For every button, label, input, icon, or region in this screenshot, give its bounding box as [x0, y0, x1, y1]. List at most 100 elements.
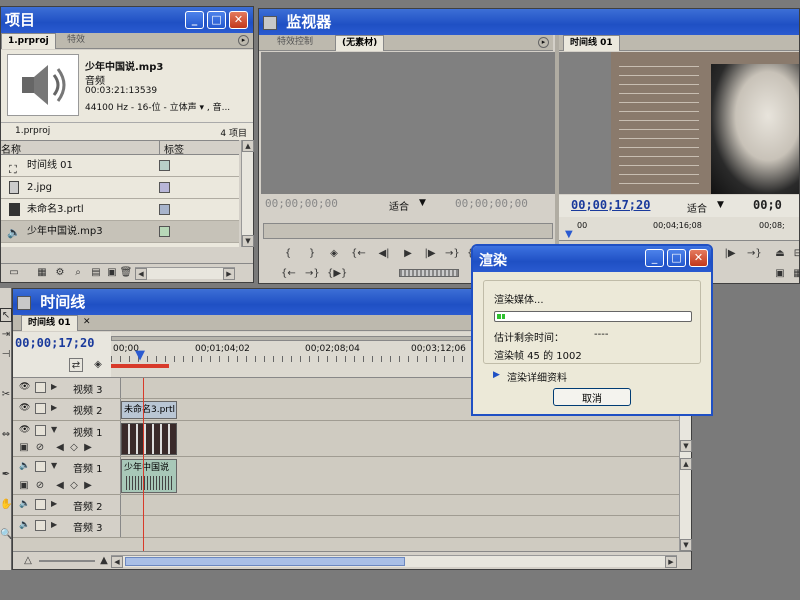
zoom-slider[interactable]: [39, 560, 95, 562]
pen-tool-icon[interactable]: ✒: [0, 468, 12, 482]
timeline-scrollbar-h[interactable]: ◀ ▶: [111, 555, 677, 568]
zoom-in-icon[interactable]: ▲: [97, 554, 111, 568]
close-button[interactable]: ✕: [229, 11, 248, 29]
go-to-in-icon[interactable]: {←: [351, 247, 366, 261]
trim-icon[interactable]: ▣: [773, 267, 787, 281]
prev-keyframe-icon[interactable]: ◀: [53, 479, 67, 493]
tab-timeline[interactable]: 时间线 01: [21, 315, 78, 331]
list-item[interactable]: ⛶ 时间线 01: [1, 155, 239, 177]
go-to-out-icon[interactable]: →}: [747, 247, 762, 261]
display-style-icon[interactable]: ▣: [17, 441, 31, 455]
program-tc[interactable]: 00;00;17;20: [571, 198, 650, 212]
panel-menu-icon[interactable]: ▸: [538, 37, 549, 48]
scroll-up-icon[interactable]: ▲: [680, 458, 692, 470]
scroll-right-icon[interactable]: ▶: [223, 268, 235, 280]
zoom-tool-icon[interactable]: 🔍: [0, 528, 12, 542]
scroll-left-icon[interactable]: ◀: [135, 268, 147, 280]
source-tc-left[interactable]: 00;00;00;00: [265, 197, 338, 210]
expand-icon[interactable]: ▶: [51, 520, 57, 529]
source-scrub-bar[interactable]: [263, 223, 553, 239]
collapse-icon[interactable]: ▼: [51, 425, 57, 434]
image-clip[interactable]: [121, 423, 177, 455]
chevron-down-icon[interactable]: ▼: [717, 200, 724, 210]
details-label[interactable]: 渲染详细资料: [507, 369, 567, 384]
speaker-icon[interactable]: 🔈: [19, 461, 31, 472]
new-item-icon[interactable]: ▣: [105, 266, 119, 280]
razor-tool-icon[interactable]: ✂: [0, 388, 12, 402]
prev-keyframe-icon[interactable]: ◀: [53, 441, 67, 455]
go-to-out-icon[interactable]: →}: [445, 247, 460, 261]
speaker-icon[interactable]: 🔈: [19, 499, 31, 510]
step-back-icon[interactable]: ◀|: [377, 247, 391, 261]
expand-details-icon[interactable]: ▶: [493, 370, 500, 380]
snap-icon[interactable]: ⇄: [69, 358, 83, 372]
timeline-timecode[interactable]: 00;00;17;20: [15, 336, 94, 350]
col-name[interactable]: 名称: [1, 141, 21, 156]
icon-view-icon[interactable]: ▦: [35, 266, 49, 280]
lock-checkbox[interactable]: [35, 382, 46, 393]
track-select-tool-icon[interactable]: ⇥: [0, 328, 12, 342]
extract-icon[interactable]: ⊟: [791, 247, 800, 261]
play-icon[interactable]: |▶: [723, 247, 737, 261]
playhead-icon[interactable]: ▼: [135, 348, 145, 363]
lock-checkbox[interactable]: [35, 403, 46, 414]
list-item[interactable]: 🔈 少年中国说.mp3: [1, 221, 239, 243]
minimize-button[interactable]: _: [645, 249, 664, 267]
zoom-out-icon[interactable]: △: [21, 554, 35, 568]
list-item[interactable]: 未命名3.prtl: [1, 199, 239, 221]
add-keyframe-icon[interactable]: ◇: [67, 479, 81, 493]
play-icon[interactable]: ▶: [401, 247, 415, 261]
chevron-down-icon[interactable]: ▼: [419, 198, 426, 208]
lift-icon[interactable]: ⏏: [773, 247, 787, 261]
collapse-icon[interactable]: ▼: [51, 461, 57, 470]
scroll-down-icon[interactable]: ▼: [680, 440, 692, 452]
scroll-down-icon[interactable]: ▼: [680, 539, 692, 551]
find-icon[interactable]: ⌕: [71, 266, 85, 280]
close-tab-icon[interactable]: ✕: [83, 317, 91, 327]
next-keyframe-icon[interactable]: ▶: [81, 441, 95, 455]
tab-no-clip[interactable]: (无素材): [335, 35, 385, 51]
mark-in-icon[interactable]: {: [281, 247, 295, 261]
project-scrollbar-v[interactable]: ▲ ▼: [241, 140, 254, 247]
scroll-right-icon[interactable]: ▶: [665, 556, 677, 568]
list-view-icon[interactable]: ▭: [7, 266, 21, 280]
title-clip[interactable]: 未命名3.prtl: [121, 401, 177, 419]
display-style-icon[interactable]: ▣: [17, 479, 31, 493]
lock-checkbox[interactable]: [35, 461, 46, 472]
eye-icon[interactable]: 👁: [19, 382, 31, 393]
maximize-button[interactable]: □: [667, 249, 686, 267]
close-button[interactable]: ✕: [689, 249, 708, 267]
jog-shuttle[interactable]: [399, 269, 459, 277]
lock-checkbox[interactable]: [35, 520, 46, 531]
keyframe-icon[interactable]: ⊘: [33, 479, 47, 493]
program-ruler[interactable]: 00 00;04;16;08 00;08; ▼: [559, 217, 799, 241]
slip-tool-icon[interactable]: ⇔: [0, 428, 12, 442]
lock-checkbox[interactable]: [35, 499, 46, 510]
new-bin-icon[interactable]: ▤: [89, 266, 103, 280]
set-marker-icon[interactable]: ◈: [327, 247, 341, 261]
expand-icon[interactable]: ▶: [51, 382, 57, 391]
scroll-left-icon[interactable]: ◀: [111, 556, 123, 568]
selection-tool-icon[interactable]: ↖: [0, 308, 12, 322]
ripple-tool-icon[interactable]: ⊣: [0, 348, 12, 362]
source-fit[interactable]: 适合: [389, 198, 409, 213]
playhead-icon[interactable]: ▼: [565, 229, 573, 240]
expand-icon[interactable]: ▶: [51, 403, 57, 412]
maximize-button[interactable]: □: [207, 11, 226, 29]
scroll-thumb[interactable]: [125, 557, 405, 566]
mark-out-icon[interactable]: }: [305, 247, 319, 261]
delete-icon[interactable]: 🗑: [119, 266, 133, 280]
keyframe-icon[interactable]: ⊘: [33, 441, 47, 455]
step-forward-icon[interactable]: |▶: [423, 247, 437, 261]
col-label[interactable]: 标签: [159, 141, 239, 156]
eye-icon[interactable]: 👁: [19, 425, 31, 436]
go-to-next-edit-icon[interactable]: →}: [305, 267, 320, 281]
lock-checkbox[interactable]: [35, 425, 46, 436]
program-fit[interactable]: 适合: [687, 200, 707, 215]
scroll-down-icon[interactable]: ▼: [242, 235, 254, 247]
speaker-icon[interactable]: 🔈: [19, 520, 31, 531]
add-keyframe-icon[interactable]: ◇: [67, 441, 81, 455]
audio-clip[interactable]: 少年中国说: [121, 459, 177, 493]
set-marker-icon[interactable]: ◈: [91, 358, 105, 372]
eye-icon[interactable]: 👁: [19, 403, 31, 414]
